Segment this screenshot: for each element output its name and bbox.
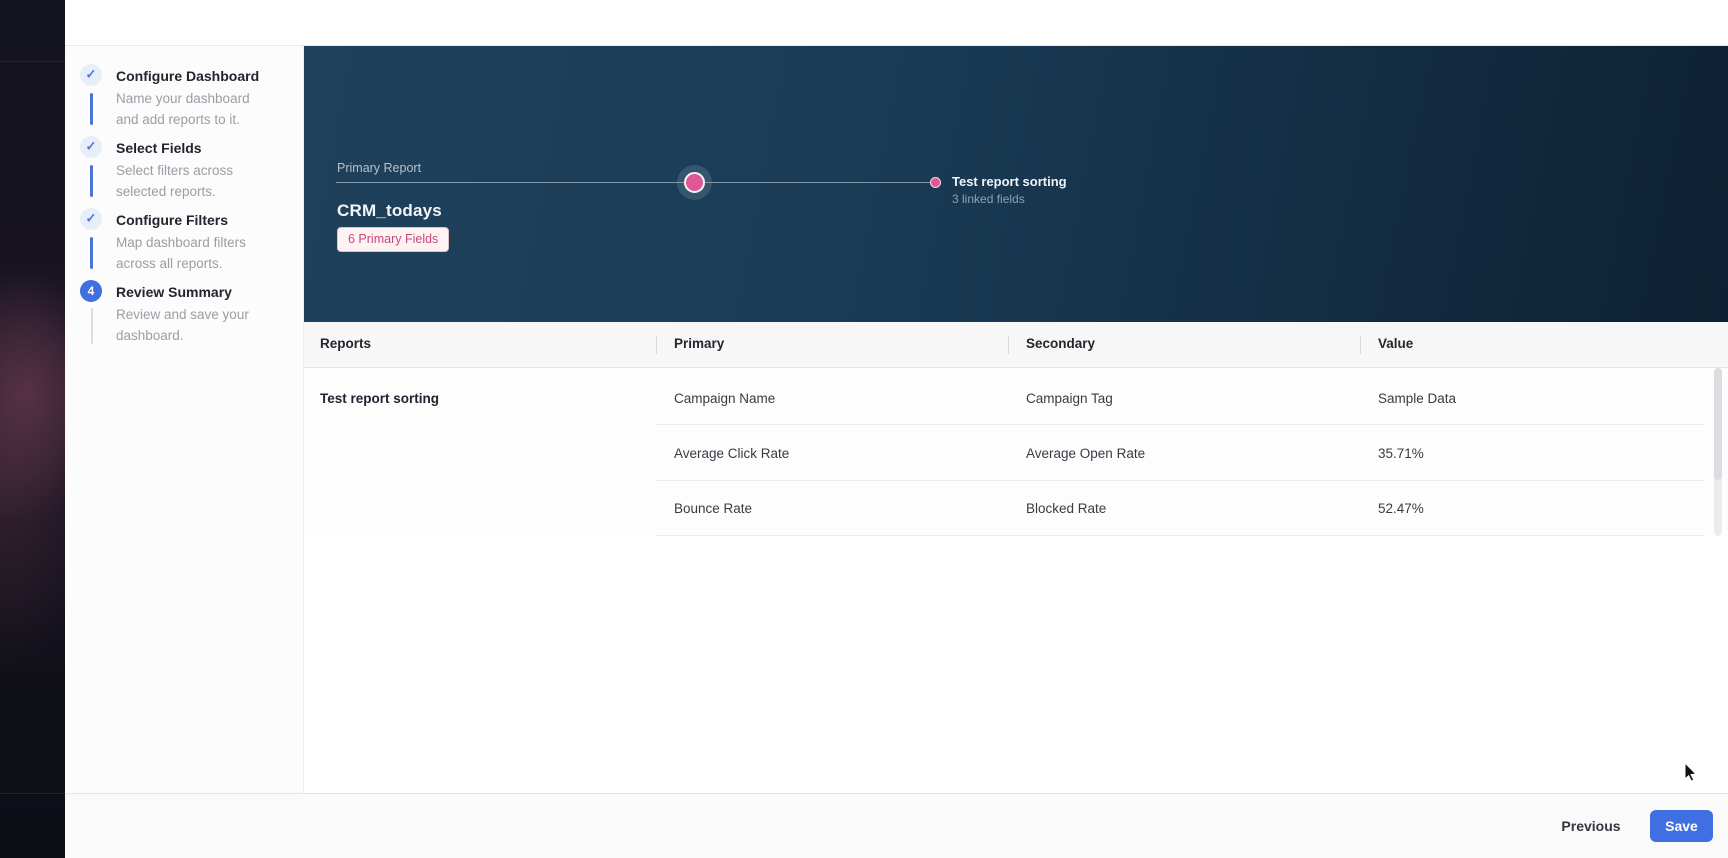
secondary-cell: Average Open Rate [1026, 446, 1145, 461]
mouse-cursor [1684, 763, 1700, 788]
column-header-primary: Primary [674, 336, 724, 351]
column-header-secondary: Secondary [1026, 336, 1095, 351]
report-name-cell: Test report sorting [320, 391, 439, 406]
step-description: Map dashboard filters across all reports… [116, 232, 274, 274]
step-connector [90, 237, 93, 269]
link-line [336, 182, 935, 183]
primary-report-label: Primary Report [337, 161, 421, 175]
row-separator [656, 535, 1704, 536]
primary-cell: Average Click Rate [674, 446, 789, 461]
top-bar [65, 0, 1728, 46]
step-connector [91, 308, 93, 344]
primary-cell: Campaign Name [674, 391, 775, 406]
step-description: Name your dashboard and add reports to i… [116, 88, 274, 130]
rail-divider [0, 793, 65, 794]
save-button[interactable]: Save [1650, 810, 1713, 842]
step-label[interactable]: Review Summary [116, 284, 232, 300]
value-cell: Sample Data [1378, 391, 1456, 406]
step-description: Select filters across selected reports. [116, 160, 274, 202]
value-cell: 35.71% [1378, 446, 1424, 461]
step-done-icon: ✓ [80, 208, 102, 230]
row-separator [656, 480, 1704, 481]
step-done-icon: ✓ [80, 64, 102, 86]
step-label[interactable]: Configure Filters [116, 212, 228, 228]
rail-divider [0, 61, 65, 62]
secondary-cell: Blocked Rate [1026, 501, 1106, 516]
column-header-value: Value [1378, 336, 1413, 351]
step-number-badge: 4 [80, 280, 102, 302]
step-done-icon: ✓ [80, 136, 102, 158]
linked-report-node[interactable] [930, 177, 941, 188]
previous-button[interactable]: Previous [1560, 811, 1622, 841]
table-scrollbar-thumb[interactable] [1714, 368, 1722, 480]
stepper-item-review-summary[interactable]: 4 [80, 280, 102, 302]
icon-rail [0, 0, 65, 858]
column-header-reports: Reports [320, 336, 371, 351]
stepper-item-select-fields[interactable]: ✓ [80, 136, 102, 158]
column-divider [656, 336, 657, 354]
app-window: Add Report ✓ Configure Dashboard Name yo… [0, 0, 1728, 858]
step-connector [90, 165, 93, 197]
value-cell: 52.47% [1378, 501, 1424, 516]
secondary-cell: Campaign Tag [1026, 391, 1113, 406]
stepper-panel [65, 46, 304, 793]
step-label[interactable]: Configure Dashboard [116, 68, 259, 84]
step-description: Review and save your dashboard. [116, 304, 274, 346]
column-divider [1008, 336, 1009, 354]
table-body [304, 368, 1728, 536]
linked-report-name: Test report sorting [952, 174, 1067, 189]
stepper-item-configure-dashboard[interactable]: ✓ [80, 64, 102, 86]
primary-fields-badge: 6 Primary Fields [337, 227, 449, 252]
stepper-item-configure-filters[interactable]: ✓ [80, 208, 102, 230]
link-node[interactable] [684, 172, 705, 193]
linked-report-subtitle: 3 linked fields [952, 192, 1025, 206]
row-separator [656, 424, 1704, 425]
column-divider [1360, 336, 1361, 354]
primary-report-name: CRM_todays [337, 201, 442, 221]
footer-bar [65, 793, 1728, 858]
step-label[interactable]: Select Fields [116, 140, 202, 156]
step-connector [90, 93, 93, 125]
primary-cell: Bounce Rate [674, 501, 752, 516]
table-header [304, 322, 1728, 368]
